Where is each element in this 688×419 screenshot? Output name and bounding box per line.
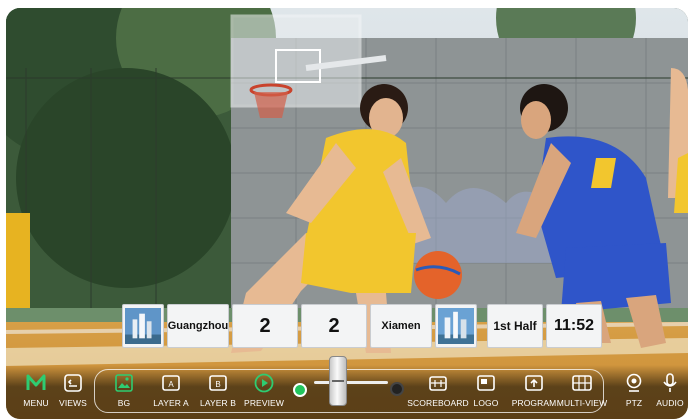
logo-button[interactable]: LOGO [460, 372, 512, 418]
home-team-score: 2 [232, 304, 298, 348]
transition-fader-handle[interactable] [329, 356, 347, 406]
preview-button[interactable]: PREVIEW [238, 372, 290, 418]
svg-text:A: A [168, 380, 174, 389]
views-label: VIEWS [59, 398, 87, 408]
views-button[interactable]: VIEWS [47, 372, 99, 418]
away-team-logo [435, 304, 477, 348]
transition-fader-track [314, 381, 388, 384]
camera-icon [623, 372, 645, 394]
ptz-label: PTZ [625, 398, 643, 408]
multi-view-label: MULTI-VIEW [556, 398, 608, 408]
scoreboard-overlay: Guangzhou 2 2 Xiamen 1st Half 11:52 [122, 304, 602, 348]
svg-text:B: B [215, 380, 220, 389]
live-video-screen: Guangzhou 2 2 Xiamen 1st Half 11:52 [6, 8, 688, 419]
layer-a-button[interactable]: A LAYER A [145, 372, 197, 418]
layer-b-icon: B [207, 372, 229, 394]
layer-a-icon: A [160, 372, 182, 394]
away-team-name: Xiamen [370, 304, 432, 348]
menu-m-icon [25, 372, 47, 394]
program-button[interactable]: PROGRAM [508, 372, 560, 418]
program-indicator-dot [390, 382, 404, 396]
game-clock: 11:52 [546, 304, 602, 348]
preview-indicator-dot [293, 383, 307, 397]
play-icon [253, 372, 275, 394]
logo-label: LOGO [473, 398, 499, 408]
views-icon [62, 372, 84, 394]
image-icon [113, 372, 135, 394]
home-team-logo [122, 304, 164, 348]
layer-b-button[interactable]: B LAYER B [192, 372, 244, 418]
home-team-name: Guangzhou [167, 304, 229, 348]
preview-label: PREVIEW [244, 398, 284, 408]
multi-view-button[interactable]: MULTI-VIEW [556, 372, 608, 418]
away-team-score: 2 [301, 304, 367, 348]
multiview-icon [571, 372, 593, 394]
video-preview-scene [6, 8, 688, 419]
bg-button[interactable]: BG [98, 372, 150, 418]
layer-a-label: LAYER A [153, 398, 189, 408]
layer-b-label: LAYER B [200, 398, 236, 408]
audio-button[interactable]: AUDIO [644, 372, 688, 418]
microphone-icon [659, 372, 681, 394]
scoreboard-button[interactable]: SCOREBOARD [407, 372, 469, 418]
game-period: 1st Half [487, 304, 543, 348]
upload-icon [523, 372, 545, 394]
logo-icon [475, 372, 497, 394]
program-label: PROGRAM [511, 398, 557, 408]
scoreboard-icon [427, 372, 449, 394]
bg-label: BG [117, 398, 131, 408]
audio-label: AUDIO [656, 398, 684, 408]
menu-label: MENU [23, 398, 49, 408]
